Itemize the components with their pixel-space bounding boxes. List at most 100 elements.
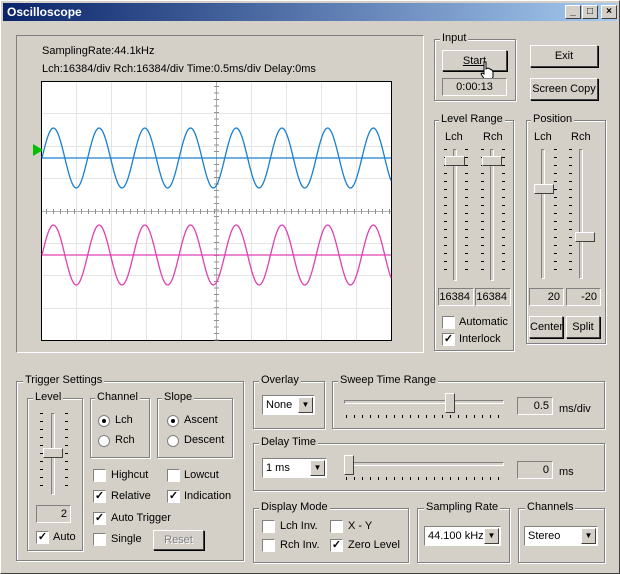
highcut-checkbox[interactable] xyxy=(93,469,106,482)
auto-checkbox[interactable]: ✓ xyxy=(36,531,49,544)
delay-time-ticks xyxy=(346,477,504,480)
interlock-checkbox[interactable]: ✓ xyxy=(442,333,455,346)
automatic-label: Automatic xyxy=(459,316,508,328)
slope-ascent-radio[interactable] xyxy=(167,415,179,427)
sampling-rate-dropdown-icon[interactable]: ▼ xyxy=(484,528,499,544)
delay-time-select[interactable]: 1 ms ▼ xyxy=(262,458,327,478)
indication-check-icon: ✓ xyxy=(168,490,179,502)
delay-dropdown-icon[interactable]: ▼ xyxy=(310,460,325,476)
delay-time-slider[interactable] xyxy=(344,455,354,475)
level-lch-ticks xyxy=(444,149,447,277)
oscilloscope-window: Oscilloscope _ □ × SamplingRate:44.1kHz … xyxy=(0,0,620,574)
auto-check-icon: ✓ xyxy=(37,531,48,543)
zero-level-checkbox[interactable]: ✓ xyxy=(330,539,343,552)
zero-level-check-icon: ✓ xyxy=(331,539,342,551)
xy-checkbox[interactable] xyxy=(330,520,343,533)
level-lch-label: Lch xyxy=(445,131,463,143)
auto-trigger-label: Auto Trigger xyxy=(111,512,171,524)
level-range-label: Level Range xyxy=(439,113,505,125)
elapsed-time: 0:00:13 xyxy=(442,78,507,96)
interlock-check-icon: ✓ xyxy=(443,333,454,345)
channel-rch-radio[interactable] xyxy=(98,435,110,447)
slope-group-label: Slope xyxy=(162,391,195,403)
position-lch-label: Lch xyxy=(534,131,552,143)
scope-display[interactable] xyxy=(41,81,393,342)
delay-time-value: 0 xyxy=(517,461,553,479)
close-button[interactable]: × xyxy=(601,5,617,19)
sampling-rate-select[interactable]: 44.100 kHz ▼ xyxy=(424,526,501,546)
level-rch-ticks xyxy=(481,149,484,277)
level-rch-slider[interactable] xyxy=(482,156,502,166)
level-lch-slider[interactable] xyxy=(445,156,465,166)
trigger-level-ticks-right xyxy=(65,413,68,493)
overlay-select[interactable]: None ▼ xyxy=(262,395,315,415)
sweep-time-unit: ms/div xyxy=(559,403,591,415)
single-label: Single xyxy=(111,533,142,545)
position-label: Position xyxy=(531,113,575,125)
sweep-time-label: Sweep Time Range xyxy=(338,374,438,386)
lowcut-checkbox[interactable] xyxy=(167,469,180,482)
slope-descent-radio[interactable] xyxy=(167,435,179,447)
title-bar[interactable]: Oscilloscope _ □ × xyxy=(3,3,617,21)
minimize-button[interactable]: _ xyxy=(565,5,581,19)
auto-trigger-check-icon: ✓ xyxy=(94,512,105,524)
automatic-checkbox[interactable] xyxy=(442,316,455,329)
xy-label: X - Y xyxy=(348,520,373,532)
scope-info-line1: SamplingRate:44.1kHz xyxy=(42,45,155,57)
center-button[interactable]: Center xyxy=(529,316,563,338)
position-rch-label: Rch xyxy=(571,131,591,143)
input-group-label: Input xyxy=(440,32,469,44)
channels-dropdown-icon[interactable]: ▼ xyxy=(581,528,596,544)
level-rch-track[interactable] xyxy=(490,149,494,281)
level-lch-track[interactable] xyxy=(453,149,457,281)
channel-lch-label: Lch xyxy=(115,414,133,426)
channels-select[interactable]: Stereo ▼ xyxy=(524,526,598,546)
sampling-rate-label: Sampling Rate xyxy=(424,501,501,513)
delay-time-label: Delay Time xyxy=(259,436,319,448)
trigger-level-value: 2 xyxy=(36,505,71,523)
position-rch-slider[interactable] xyxy=(575,232,595,242)
level-rch-value: 16384 xyxy=(475,288,511,306)
relative-label: Relative xyxy=(111,490,151,502)
lowcut-label: Lowcut xyxy=(184,469,219,481)
level-rch-label: Rch xyxy=(483,131,503,143)
position-lch-slider[interactable] xyxy=(534,184,554,194)
relative-checkbox[interactable]: ✓ xyxy=(93,490,106,503)
channel-lch-radio[interactable] xyxy=(98,415,110,427)
auto-label: Auto xyxy=(53,531,76,543)
trigger-level-slider[interactable] xyxy=(43,448,63,458)
delay-time-track[interactable] xyxy=(344,462,504,466)
screen-copy-button[interactable]: Screen Copy xyxy=(530,78,598,100)
exit-button[interactable]: Exit xyxy=(530,45,598,67)
lch-inv-checkbox[interactable] xyxy=(262,520,275,533)
slope-descent-label: Descent xyxy=(184,434,225,446)
display-mode-group xyxy=(253,508,409,563)
sweep-time-slider[interactable] xyxy=(445,393,455,413)
rch-inv-checkbox[interactable] xyxy=(262,539,275,552)
maximize-button[interactable]: □ xyxy=(582,5,598,19)
lch-inv-label: Lch Inv. xyxy=(280,520,318,532)
sweep-time-value: 0.5 xyxy=(517,397,553,415)
scope-info-line2: Lch:16384/div Rch:16384/div Time:0.5ms/d… xyxy=(42,63,316,75)
indication-label: Indication xyxy=(184,490,232,502)
trigger-level-group xyxy=(27,398,83,551)
split-button[interactable]: Split xyxy=(566,316,600,338)
channel-rch-label: Rch xyxy=(115,434,135,446)
level-rch-ticks-right xyxy=(502,149,505,277)
display-mode-label: Display Mode xyxy=(259,501,330,513)
indication-checkbox[interactable]: ✓ xyxy=(167,490,180,503)
position-lch-track[interactable] xyxy=(541,149,545,279)
reset-button[interactable]: Reset xyxy=(153,530,204,550)
overlay-dropdown-icon[interactable]: ▼ xyxy=(298,397,313,413)
single-checkbox[interactable] xyxy=(93,533,106,546)
relative-check-icon: ✓ xyxy=(94,490,105,502)
sweep-time-ticks xyxy=(346,415,504,418)
scope-panel: SamplingRate:44.1kHz Lch:16384/div Rch:1… xyxy=(16,35,424,353)
channel-group-label: Channel xyxy=(95,391,140,403)
trigger-marker-icon xyxy=(33,144,43,156)
position-rch-track[interactable] xyxy=(579,149,583,279)
zero-level-label: Zero Level xyxy=(348,539,400,551)
auto-trigger-checkbox[interactable]: ✓ xyxy=(93,512,106,525)
start-button[interactable]: Start xyxy=(442,50,507,71)
sweep-time-track[interactable] xyxy=(344,400,504,404)
